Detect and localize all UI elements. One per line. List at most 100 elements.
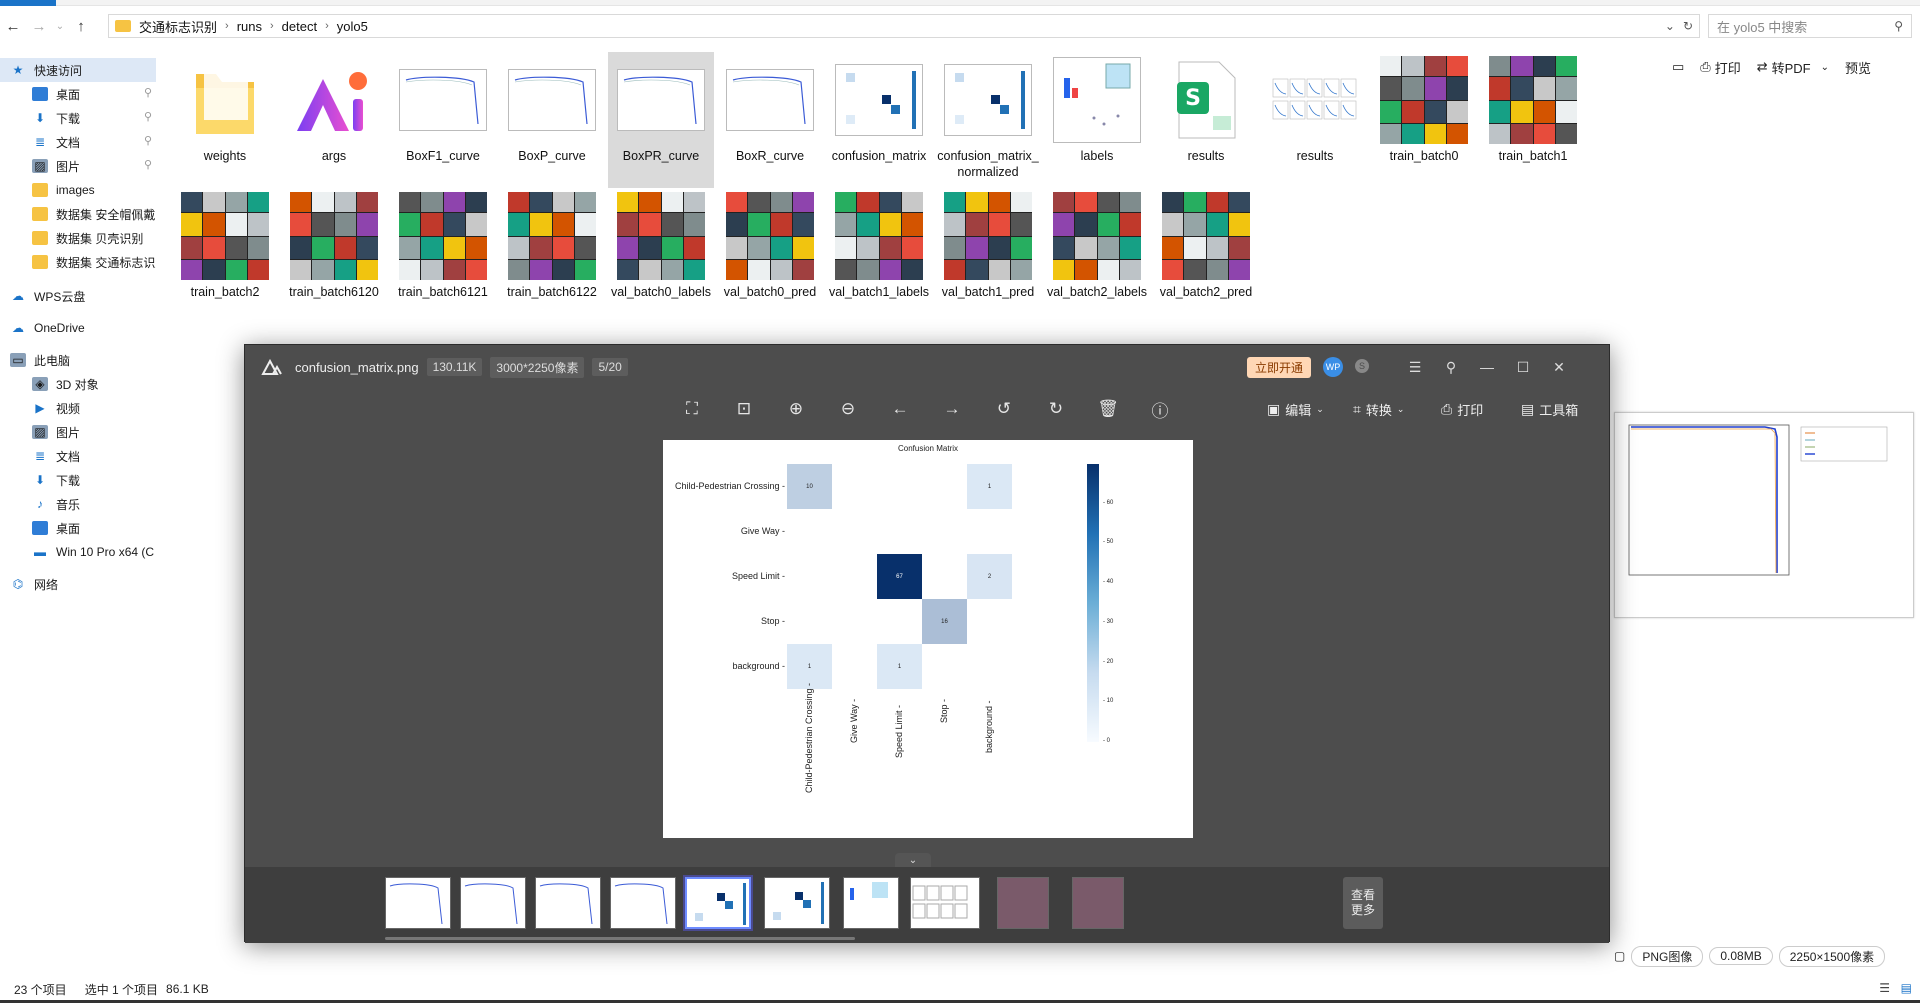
file-tile[interactable]: confusion_matrix — [826, 52, 932, 188]
file-tile[interactable]: labels — [1044, 52, 1150, 188]
file-tile[interactable]: train_batch6121 — [390, 188, 496, 324]
pin-icon[interactable]: ⚲ — [1433, 345, 1469, 389]
file-tile[interactable]: confusion_matrix_normalized — [935, 52, 1041, 188]
file-tile[interactable]: args — [281, 52, 387, 188]
file-tile[interactable]: BoxF1_curve — [390, 52, 496, 188]
print-button[interactable]: ⎙ 打印 — [1696, 56, 1744, 78]
breadcrumb-2[interactable]: runs — [237, 19, 262, 34]
edit-button[interactable]: ▣ 编辑 ⌄ — [1267, 397, 1324, 421]
filmstrip-thumbnail[interactable] — [764, 877, 830, 929]
preview-button[interactable]: 预览 — [1841, 56, 1875, 78]
file-tab[interactable] — [0, 0, 56, 6]
address-bar[interactable]: 交通标志识别 › runs › detect › yolo5 ⌄ ↻ — [108, 14, 1700, 38]
file-tile[interactable]: BoxP_curve — [499, 52, 605, 188]
delete-icon[interactable]: 🗑 — [1093, 395, 1123, 423]
back-button[interactable]: ← — [0, 14, 26, 38]
filmstrip-thumbnail[interactable] — [610, 877, 676, 929]
file-tile[interactable]: val_batch0_labels — [608, 188, 714, 324]
sidebar-item-onedrive[interactable]: ☁ OneDrive — [0, 316, 156, 340]
mosaic-cell — [726, 259, 748, 280]
zoom-in-icon[interactable]: ⊕ — [781, 395, 811, 423]
file-tile[interactable]: train_batch6120 — [281, 188, 387, 324]
sidebar-item-document[interactable]: ≣ 文档 ⚲ — [0, 130, 156, 154]
file-tile[interactable]: train_batch2 — [172, 188, 278, 324]
file-tile[interactable]: BoxR_curve — [717, 52, 823, 188]
sidebar-item-folder[interactable]: 数据集 交通标志识别 — [0, 250, 156, 274]
menu-icon[interactable]: ☰ — [1397, 345, 1433, 389]
breadcrumb-3[interactable]: detect — [282, 19, 317, 34]
file-tile[interactable]: train_batch6122 — [499, 188, 605, 324]
filmstrip-thumbnail[interactable] — [910, 877, 980, 929]
tiles-view-icon[interactable]: ▤ — [1901, 981, 1912, 995]
sidebar-item-download[interactable]: ⬇ 下载 ⚲ — [0, 106, 156, 130]
actual-size-icon[interactable]: ⊡ — [729, 395, 759, 423]
file-tile[interactable]: train_batch0 — [1371, 52, 1477, 188]
file-tile[interactable]: val_batch2_pred — [1153, 188, 1259, 324]
file-tile[interactable]: train_batch1 — [1480, 52, 1586, 188]
sidebar-item-picture[interactable]: ▨ 图片 ⚲ — [0, 154, 156, 178]
sidebar-item-network[interactable]: ⌬ 网络 — [0, 572, 156, 596]
filmstrip-thumbnail[interactable] — [997, 877, 1049, 929]
filmstrip-thumbnail[interactable] — [685, 877, 751, 929]
file-tile[interactable]: results — [1262, 52, 1368, 188]
search-input[interactable]: 在 yolo5 中搜索 ⚲ — [1708, 14, 1912, 38]
collapse-filmstrip-icon[interactable]: ⌄ — [895, 853, 931, 867]
filmstrip-thumbnail[interactable] — [385, 877, 451, 929]
sidebar-item-desktop[interactable]: 桌面 ⚲ — [0, 82, 156, 106]
sidebar-item-document[interactable]: ≣ 文档 — [0, 444, 156, 468]
filmstrip-thumbnail[interactable] — [1072, 877, 1124, 929]
close-button[interactable]: ✕ — [1541, 345, 1577, 389]
sidebar-item-pc[interactable]: ▭ 此电脑 — [0, 348, 156, 372]
convert-button[interactable]: ⌗ 转换 ⌄ — [1353, 397, 1404, 421]
filmstrip-thumbnail[interactable] — [843, 877, 899, 929]
viewer-print-button[interactable]: ⎙ 打印 — [1441, 397, 1483, 421]
sidebar-item-3d[interactable]: ◈ 3D 对象 — [0, 372, 156, 396]
address-dropdown-icon[interactable]: ⌄ — [1665, 19, 1675, 33]
breadcrumb-4[interactable]: yolo5 — [337, 19, 368, 34]
sync-icon[interactable]: S — [1355, 359, 1369, 373]
sidebar-item-cloud[interactable]: ☁ WPS云盘 — [0, 284, 156, 308]
sidebar-item-folder[interactable]: images — [0, 178, 156, 202]
sidebar-item-desktop[interactable]: 桌面 — [0, 516, 156, 540]
file-tile[interactable]: val_batch0_pred — [717, 188, 823, 324]
sidebar-item-video[interactable]: ▶ 视频 — [0, 396, 156, 420]
rotate-left-icon[interactable]: ↺ — [989, 395, 1019, 423]
up-button[interactable]: ↑ — [68, 14, 94, 38]
sidebar-item-quick[interactable]: ★ 快速访问 — [0, 58, 156, 82]
toolbox-button[interactable]: ▤ 工具箱 — [1521, 397, 1578, 421]
sidebar-item-drive[interactable]: ▬ Win 10 Pro x64 (C — [0, 540, 156, 564]
filmstrip-thumbnail[interactable] — [535, 877, 601, 929]
to-pdf-button[interactable]: ⇄ 转PDF ⌄ — [1753, 56, 1833, 78]
sidebar-item-music[interactable]: ♪ 音乐 — [0, 492, 156, 516]
file-tile[interactable]: val_batch2_labels — [1044, 188, 1150, 324]
refresh-icon[interactable]: ↻ — [1683, 19, 1693, 33]
file-tile[interactable]: weights — [172, 52, 278, 188]
file-tile[interactable]: Sresults — [1153, 52, 1259, 188]
mosaic-cell — [181, 192, 203, 213]
breadcrumb-1[interactable]: 交通标志识别 — [139, 17, 217, 36]
sidebar-item-folder[interactable]: 数据集 安全帽佩戴 — [0, 202, 156, 226]
next-icon[interactable]: → — [937, 395, 967, 423]
forward-button[interactable]: → — [26, 14, 52, 38]
file-tile[interactable]: val_batch1_labels — [826, 188, 932, 324]
minimize-button[interactable]: — — [1469, 345, 1505, 389]
panel-toggle-icon[interactable]: ▭ — [1668, 56, 1688, 78]
maximize-button[interactable]: ☐ — [1505, 345, 1541, 389]
sidebar-item-download[interactable]: ⬇ 下载 — [0, 468, 156, 492]
file-tile[interactable]: val_batch1_pred — [935, 188, 1041, 324]
info-icon[interactable]: ⓘ — [1145, 395, 1175, 423]
open-membership-button[interactable]: 立即开通 — [1247, 357, 1312, 378]
sidebar-item-folder[interactable]: 数据集 贝壳识别 — [0, 226, 156, 250]
sidebar-item-picture[interactable]: ▨ 图片 — [0, 420, 156, 444]
file-tile[interactable]: BoxPR_curve — [608, 52, 714, 188]
view-more-button[interactable]: 查看更多 — [1343, 877, 1383, 929]
account-avatar[interactable]: WP — [1323, 357, 1343, 377]
recent-dropdown-icon[interactable]: ⌄ — [52, 14, 68, 38]
filmstrip-scrollbar[interactable] — [385, 937, 855, 940]
fullscreen-icon[interactable]: ⛶ — [677, 395, 707, 423]
zoom-out-icon[interactable]: ⊖ — [833, 395, 863, 423]
details-view-icon[interactable]: ☰ — [1879, 981, 1890, 995]
previous-icon[interactable]: ← — [885, 395, 915, 423]
filmstrip-thumbnail[interactable] — [460, 877, 526, 929]
rotate-right-icon[interactable]: ↻ — [1041, 395, 1071, 423]
